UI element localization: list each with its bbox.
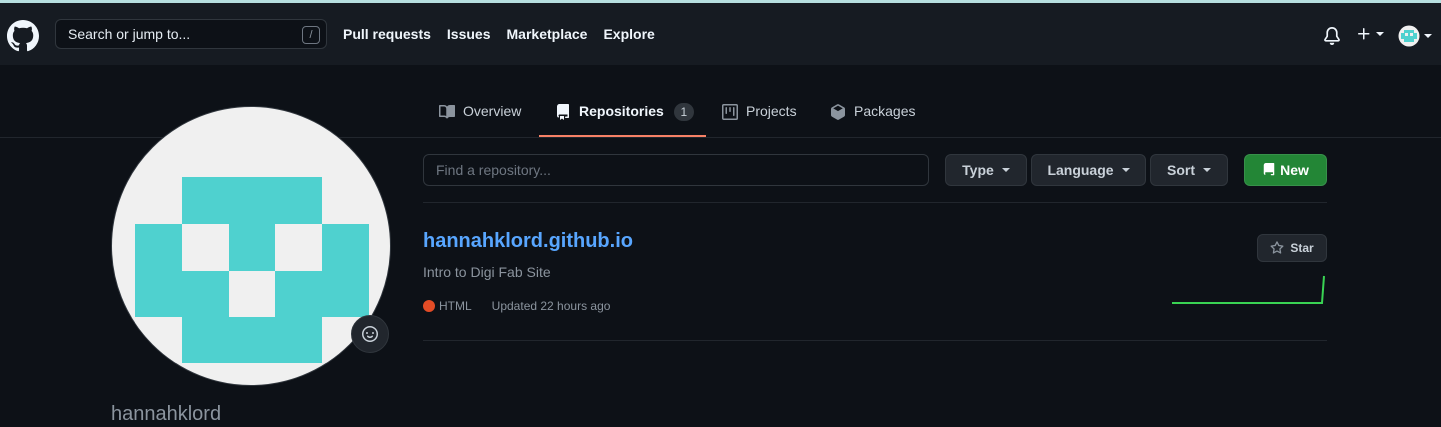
- plus-icon: [1358, 28, 1370, 40]
- tab-label: Packages: [854, 103, 916, 119]
- chevron-down-icon: [1376, 32, 1384, 36]
- type-filter-label: Type: [962, 162, 994, 178]
- tab-repositories[interactable]: Repositories 1: [539, 87, 706, 137]
- bell-icon[interactable]: [1323, 27, 1341, 45]
- chevron-down-icon: [1424, 34, 1432, 38]
- chevron-down-icon: [1121, 168, 1130, 172]
- type-filter-button[interactable]: Type: [945, 154, 1027, 186]
- avatar-small: [1398, 25, 1420, 47]
- activity-sparkline: [1172, 275, 1325, 304]
- language-filter-label: Language: [1047, 162, 1114, 178]
- chevron-down-icon: [1203, 168, 1211, 172]
- language-color-dot: [423, 300, 435, 312]
- repo-count-badge: 1: [673, 103, 694, 121]
- book-icon: [439, 104, 455, 119]
- chevron-down-icon: [1001, 168, 1010, 172]
- create-new-menu[interactable]: [1356, 26, 1384, 42]
- sort-filter-button[interactable]: Sort: [1150, 154, 1228, 186]
- global-header: / Pull requests Issues Marketplace Explo…: [0, 3, 1441, 65]
- tab-projects[interactable]: Projects: [722, 87, 797, 137]
- user-menu[interactable]: [1398, 25, 1432, 47]
- identicon-image: [135, 177, 369, 363]
- search-input[interactable]: [68, 26, 288, 42]
- global-search[interactable]: /: [55, 19, 327, 49]
- divider: [423, 340, 1327, 341]
- new-button-label: New: [1280, 162, 1309, 178]
- package-icon: [831, 104, 845, 120]
- set-status-button[interactable]: [351, 315, 389, 353]
- repo-meta: HTML Updated 22 hours ago: [423, 299, 610, 313]
- star-button[interactable]: Star: [1257, 234, 1327, 262]
- top-nav: Pull requests Issues Marketplace Explore: [343, 26, 655, 42]
- language-filter-button[interactable]: Language: [1031, 154, 1146, 186]
- repo-icon: [557, 104, 569, 120]
- profile-avatar[interactable]: [111, 106, 391, 386]
- project-icon: [722, 104, 738, 120]
- nav-issues[interactable]: Issues: [447, 26, 491, 42]
- tab-packages[interactable]: Packages: [830, 87, 915, 137]
- star-label: Star: [1290, 241, 1314, 255]
- repo-language: HTML: [439, 299, 472, 313]
- new-repository-button[interactable]: New: [1244, 154, 1327, 186]
- divider: [423, 202, 1327, 203]
- tab-label: Overview: [463, 103, 522, 119]
- search-shortcut-key: /: [302, 26, 320, 44]
- find-repository-input[interactable]: [423, 154, 929, 186]
- nav-marketplace[interactable]: Marketplace: [507, 26, 588, 42]
- tab-label: Repositories: [579, 103, 664, 119]
- profile-username: hannahklord: [111, 403, 222, 425]
- github-logo-icon[interactable]: [7, 20, 39, 52]
- nav-explore[interactable]: Explore: [603, 26, 654, 42]
- nav-pull-requests[interactable]: Pull requests: [343, 26, 431, 42]
- tab-label: Projects: [746, 103, 797, 119]
- sparkline-line: [1172, 275, 1325, 304]
- smiley-icon: [362, 326, 378, 342]
- repo-updated: Updated 22 hours ago: [491, 299, 611, 313]
- repo-icon: [1263, 163, 1275, 176]
- sort-filter-label: Sort: [1167, 162, 1195, 178]
- star-icon: [1270, 241, 1284, 254]
- tab-overview[interactable]: Overview: [439, 87, 521, 137]
- repo-description: Intro to Digi Fab Site: [423, 264, 551, 280]
- repo-name-link[interactable]: hannahklord.github.io: [423, 230, 633, 253]
